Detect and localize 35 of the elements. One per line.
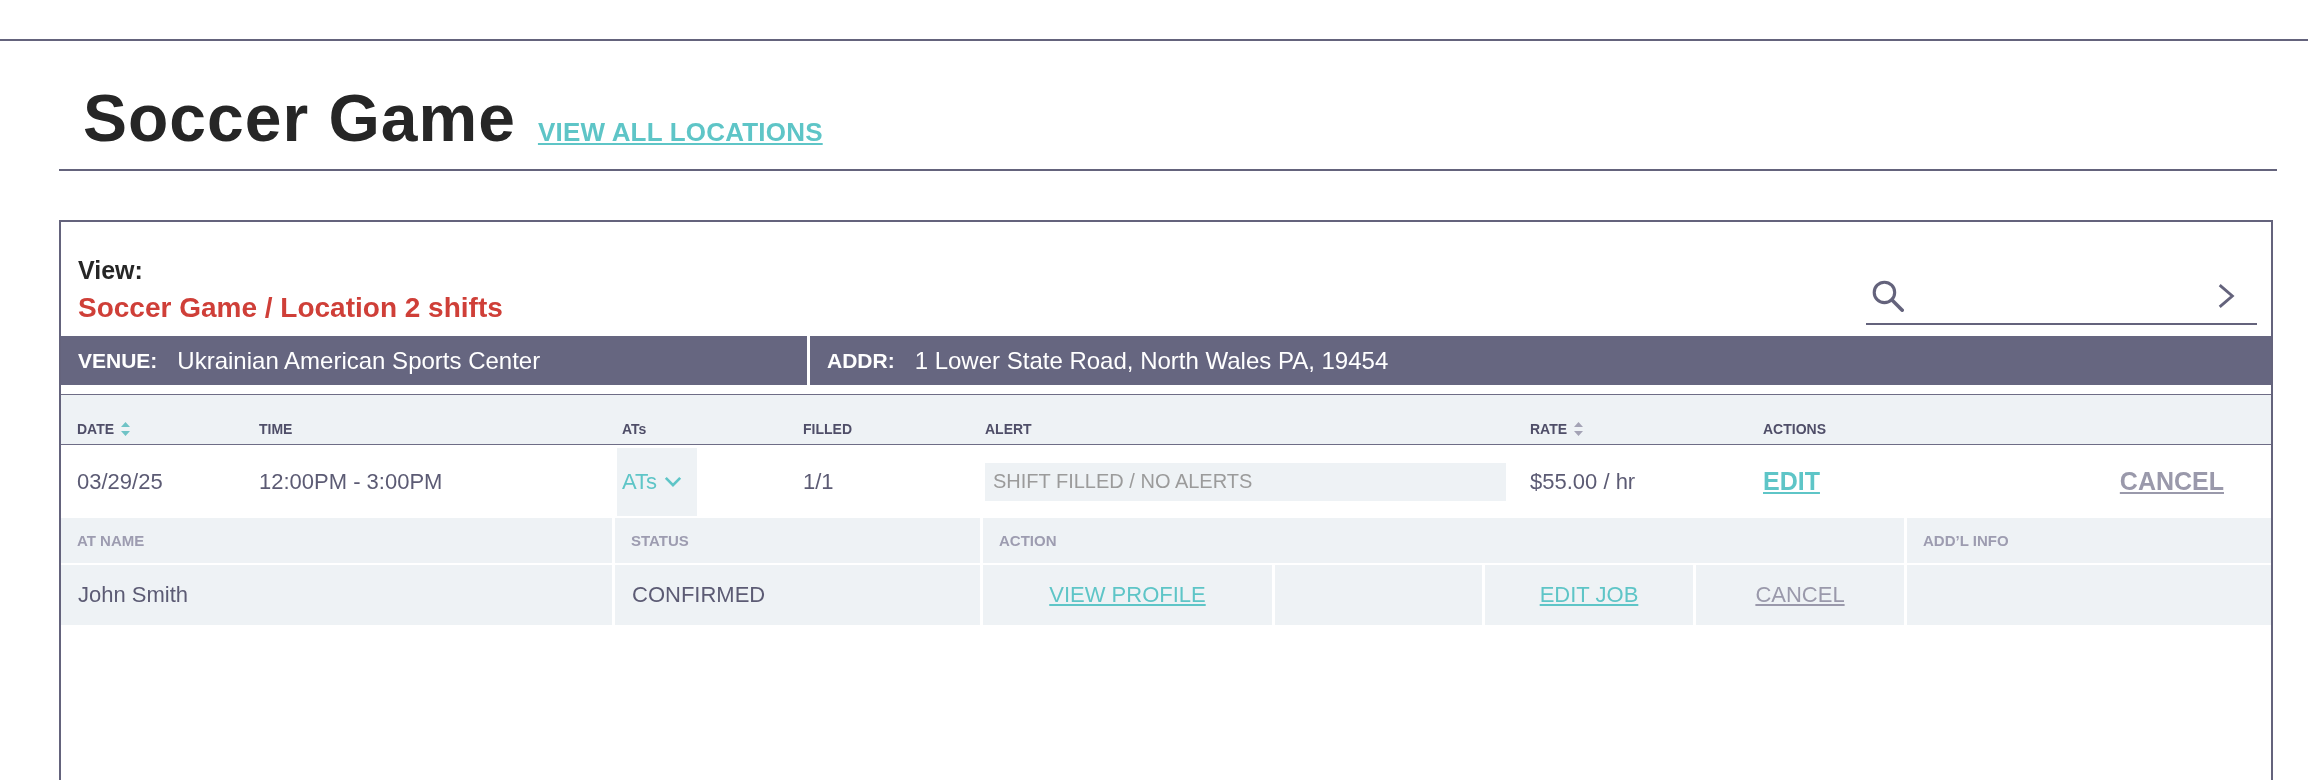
page-title: Soccer Game [83,80,516,157]
search-icon [1872,280,1904,312]
action-link[interactable]: CANCEL [1755,582,1845,608]
field-label: ADDR: [827,348,895,373]
chevron-right-icon[interactable] [2217,283,2235,309]
table-cell: $55.00 / hr [1530,468,1636,495]
column-header: RATE [1530,420,1568,438]
field-value: 1 Lower State Road, North Wales PA, 19454 [914,346,1389,375]
alert-status: SHIFT FILLED / NO ALERTS [985,462,1506,501]
action-link[interactable]: VIEW PROFILE [1049,582,1206,608]
view-title: Soccer Game / Location 2 shifts [78,291,503,325]
chevron-down-icon [664,476,683,487]
column-header: DATE [77,420,115,438]
table-cell: 12:00PM - 3:00PM [259,468,443,495]
view-label: View: [78,255,143,285]
table-cell: 1/1 [803,468,834,495]
ats-dropdown[interactable]: ATs [617,447,697,516]
action-link[interactable]: EDIT JOB [1539,582,1639,608]
column-header: TIME [259,420,293,438]
view-all-locations-link[interactable]: VIEW ALL LOCATIONS [537,117,823,148]
column-header: FILLED [803,420,852,438]
column-header: ATs [622,420,647,438]
column-header: ACTIONS [1763,420,1826,438]
action-link[interactable]: EDIT [1763,467,1820,496]
table-cell: 03/29/25 [77,468,163,495]
field-value: Ukrainian American Sports Center [177,346,541,375]
action-link[interactable]: CANCEL [2119,467,2224,496]
column-header: ADD’L INFO [1907,518,2271,563]
table-cell: John Smith [61,565,612,625]
column-header: ALERT [985,420,1032,438]
column-header: AT NAME [61,518,612,563]
column-header: STATUS [615,518,980,563]
column-header: ACTION [983,518,1904,563]
table-cell: CONFIRMED [615,565,980,625]
field-label: VENUE: [78,348,158,373]
